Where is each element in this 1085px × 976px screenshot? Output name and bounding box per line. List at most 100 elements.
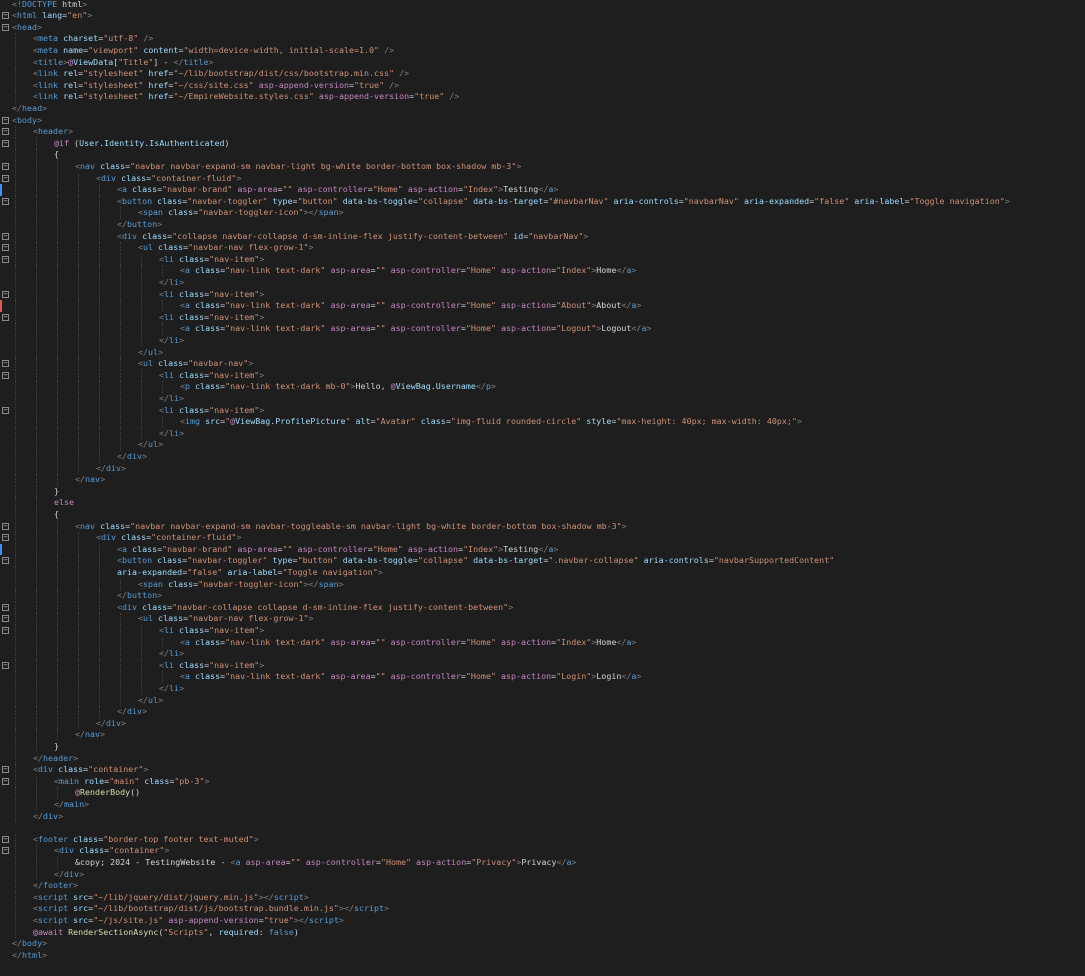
code-line[interactable]: − <li class="nav-item"> <box>0 311 1085 324</box>
code-line[interactable]: <p class="nav-link text-dark mb-0">Hello… <box>0 381 1085 393</box>
code-line[interactable]: </div> <box>0 810 1085 823</box>
code-editor[interactable]: <!DOCTYPE html> − <html lang="en"> − <head> <… <box>0 0 1085 976</box>
code-line[interactable]: @RenderBody() <box>0 787 1085 799</box>
code-line[interactable]: <img src="@ViewBag.ProfilePicture" alt="… <box>0 416 1085 428</box>
fold-toggle-icon[interactable]: − <box>2 128 9 136</box>
code-line[interactable]: <link rel="stylesheet" href="~/EmpireWeb… <box>0 91 1085 103</box>
code-line[interactable]: </nav> <box>0 729 1085 741</box>
code-line[interactable]: − <header> <box>0 126 1085 138</box>
code-line[interactable]: </head> <box>0 103 1085 115</box>
fold-toggle-icon[interactable]: − <box>2 534 9 542</box>
fold-toggle-icon[interactable]: − <box>2 615 9 623</box>
code-line[interactable]: <a class="nav-link text-dark" asp-area="… <box>0 671 1085 683</box>
code-line[interactable]: } <box>0 485 1085 498</box>
code-line[interactable]: <title>@ViewData["Title"] - </title> <box>0 56 1085 69</box>
code-line[interactable]: <!DOCTYPE html> <box>0 0 1085 10</box>
fold-toggle-icon[interactable]: − <box>2 766 9 774</box>
code-line[interactable]: </li> <box>0 427 1085 440</box>
code-line[interactable]: </html> <box>0 950 1085 962</box>
code-line[interactable]: </ul> <box>0 694 1085 707</box>
code-line[interactable]: − <body> <box>0 115 1085 127</box>
code-line[interactable]: − <li class="nav-item"> <box>0 404 1085 417</box>
fold-toggle-icon[interactable]: − <box>2 290 9 298</box>
code-line[interactable]: <meta charset="utf-8" /> <box>0 33 1085 45</box>
code-line[interactable]: { <box>0 149 1085 161</box>
code-line[interactable]: </main> <box>0 798 1085 811</box>
code-line[interactable]: </li> <box>0 682 1085 695</box>
code-line[interactable]: <a class="navbar-brand" asp-area="" asp-… <box>0 184 1085 196</box>
fold-toggle-icon[interactable]: − <box>2 661 9 669</box>
code-line[interactable]: </div> <box>0 868 1085 881</box>
fold-toggle-icon[interactable]: − <box>2 360 9 368</box>
code-line[interactable]: <meta name="viewport" content="width=dev… <box>0 44 1085 57</box>
fold-toggle-icon[interactable]: − <box>2 139 9 147</box>
code-line[interactable]: − <div class="collapse navbar-collapse d-… <box>0 230 1085 243</box>
code-line[interactable]: </ul> <box>0 439 1085 451</box>
fold-toggle-icon[interactable]: − <box>2 522 9 530</box>
code-line[interactable]: aria-expanded="false" aria-label="Toggle… <box>0 566 1085 579</box>
fold-toggle-icon[interactable]: − <box>2 626 9 634</box>
code-line[interactable]: </div> <box>0 706 1085 718</box>
code-line[interactable]: <script src="~/js/site.js" asp-append-ve… <box>0 914 1085 927</box>
fold-toggle-icon[interactable]: − <box>2 255 9 263</box>
code-line[interactable]: − <li class="nav-item"> <box>0 659 1085 672</box>
code-line[interactable]: <span class="navbar-toggler-icon"></span… <box>0 578 1085 591</box>
code-line[interactable]: </div> <box>0 450 1085 463</box>
code-line[interactable]: − <li class="nav-item"> <box>0 288 1085 301</box>
code-line[interactable]: − <div class="container"> <box>0 845 1085 857</box>
code-line[interactable]: − <div class="container-fluid"> <box>0 532 1085 544</box>
code-line[interactable]: </footer> <box>0 880 1085 892</box>
code-line[interactable]: <a class="nav-link text-dark" asp-area="… <box>0 300 1085 312</box>
fold-toggle-icon[interactable]: − <box>2 406 9 414</box>
code-line[interactable]: </li> <box>0 648 1085 660</box>
fold-toggle-icon[interactable]: − <box>2 232 9 240</box>
code-line[interactable]: else <box>0 497 1085 509</box>
fold-toggle-icon[interactable]: − <box>2 847 9 855</box>
fold-toggle-icon[interactable]: − <box>2 371 9 379</box>
fold-toggle-icon[interactable]: − <box>2 116 9 124</box>
code-line[interactable]: </button> <box>0 590 1085 602</box>
code-line[interactable]: </nav> <box>0 474 1085 486</box>
fold-toggle-icon[interactable]: − <box>2 162 9 170</box>
code-line[interactable]: − <html lang="en"> <box>0 10 1085 22</box>
code-line[interactable]: <a class="nav-link text-dark" asp-area="… <box>0 636 1085 649</box>
fold-toggle-icon[interactable]: − <box>2 777 9 785</box>
code-line[interactable]: </button> <box>0 218 1085 231</box>
code-line[interactable]: </ul> <box>0 346 1085 359</box>
code-line[interactable]: − <button class="navbar-toggler" type="bu… <box>0 555 1085 567</box>
code-line[interactable]: <script src="~/lib/jquery/dist/jquery.mi… <box>0 891 1085 904</box>
code-line[interactable]: </body> <box>0 938 1085 950</box>
code-line[interactable]: − <main role="main" class="pb-3"> <box>0 775 1085 788</box>
code-line[interactable]: − <nav class="navbar navbar-expand-sm nav… <box>0 520 1085 533</box>
code-line[interactable]: </div> <box>0 462 1085 475</box>
code-line[interactable]: <a class="nav-link text-dark" asp-area="… <box>0 265 1085 277</box>
code-line[interactable]: <link rel="stylesheet" href="~/css/site.… <box>0 79 1085 92</box>
code-line[interactable]: &copy; 2024 - TestingWebsite - <a asp-ar… <box>0 856 1085 869</box>
code-line[interactable] <box>0 822 1085 834</box>
fold-toggle-icon[interactable]: − <box>2 197 9 205</box>
code-line[interactable]: − <div class="container-fluid"> <box>0 172 1085 185</box>
code-line[interactable]: <link rel="stylesheet" href="~/lib/boots… <box>0 68 1085 80</box>
code-line[interactable]: − <button class="navbar-toggler" type="bu… <box>0 195 1085 208</box>
code-line[interactable]: − <li class="nav-item"> <box>0 253 1085 266</box>
code-line[interactable]: { <box>0 508 1085 521</box>
code-line[interactable]: − <ul class="navbar-nav flex-grow-1"> <box>0 242 1085 254</box>
code-line[interactable]: <script src="~/lib/bootstrap/dist/js/boo… <box>0 903 1085 915</box>
fold-toggle-icon[interactable]: − <box>2 23 9 31</box>
fold-toggle-icon[interactable]: − <box>2 174 9 182</box>
fold-toggle-icon[interactable]: − <box>2 835 9 843</box>
code-line[interactable]: <a class="navbar-brand" asp-area="" asp-… <box>0 543 1085 556</box>
fold-toggle-icon[interactable]: − <box>2 557 9 565</box>
code-line[interactable]: </li> <box>0 334 1085 347</box>
code-line[interactable]: − <nav class="navbar navbar-expand-sm nav… <box>0 160 1085 173</box>
code-line[interactable]: − <ul class="navbar-nav flex-grow-1"> <box>0 613 1085 625</box>
code-line[interactable]: − <div class="navbar-collapse collapse d-… <box>0 601 1085 614</box>
code-line[interactable]: − <footer class="border-top footer text-m… <box>0 833 1085 846</box>
fold-toggle-icon[interactable]: − <box>2 603 9 611</box>
code-line[interactable]: − <ul class="navbar-nav"> <box>0 358 1085 370</box>
code-line[interactable]: </div> <box>0 717 1085 730</box>
code-line[interactable]: </header> <box>0 752 1085 765</box>
code-line[interactable]: − <li class="nav-item"> <box>0 624 1085 637</box>
fold-toggle-icon[interactable]: − <box>2 313 9 321</box>
code-line[interactable]: − <head> <box>0 22 1085 34</box>
